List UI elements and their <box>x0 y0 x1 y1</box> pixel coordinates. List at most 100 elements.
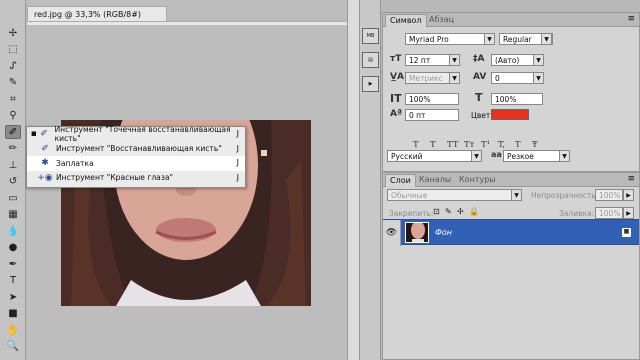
document-tab-title: red.jpg @ 33,3% (RGB/8#) <box>34 10 142 19</box>
eyedropper-tool[interactable]: ⚲ <box>5 109 21 123</box>
lock-pixels-icon[interactable]: ✎ <box>445 207 452 216</box>
shape-tool[interactable]: ■ <box>5 307 21 321</box>
format-button[interactable]: TT <box>447 140 459 150</box>
chevron-down-icon[interactable]: ▼ <box>533 72 544 84</box>
actions-panel-button[interactable]: ▶ <box>362 76 379 92</box>
blur-tool[interactable]: 💧 <box>5 224 21 238</box>
healing-brush-icon: ✐ <box>41 143 49 154</box>
move-tool[interactable]: ✢ <box>5 26 21 40</box>
layer-row[interactable]: 👁 Фон ■ <box>383 219 639 246</box>
eye-icon[interactable]: 👁 <box>383 220 401 246</box>
flyout-item-label: Инструмент "Красные глаза" <box>56 173 174 183</box>
chevron-down-icon[interactable]: ▼ <box>484 33 495 45</box>
mini-bridge-button[interactable]: MB <box>362 28 379 44</box>
marquee-tool[interactable]: ⬚ <box>5 43 21 57</box>
zoom-tool[interactable]: 🔍 <box>5 340 21 354</box>
tab-paths[interactable]: Контуры <box>455 174 500 187</box>
format-button[interactable]: T, <box>498 140 505 150</box>
flyout-item[interactable]: ✱ Заплатка J <box>27 156 245 171</box>
character-panel: Символ Абзац ≡ Myriad Pro ▼ Regular ▼ ᴛT… <box>382 12 640 172</box>
patch-icon: ✱ <box>41 158 49 169</box>
layer-name: Фон <box>435 228 453 237</box>
dodge-tool[interactable]: ● <box>5 241 21 255</box>
pen-tool[interactable]: ✒ <box>5 257 21 271</box>
flyout-item[interactable]: ▪ ✐ Инструмент "Точечная восстанавливающая… <box>27 125 245 143</box>
gradient-tool[interactable]: ▦ <box>5 208 21 222</box>
font-family-field[interactable]: Myriad Pro <box>405 33 495 45</box>
format-button[interactable]: Tт <box>464 140 474 150</box>
text-color-swatch[interactable] <box>491 109 529 120</box>
font-size-icon: ᴛT <box>390 54 402 64</box>
hand-tool[interactable]: ✋ <box>5 323 21 337</box>
path-selection-tool[interactable]: ➤ <box>5 290 21 304</box>
tab-character[interactable]: Символ <box>385 14 427 27</box>
lasso-tool[interactable]: ᔑ <box>5 59 21 73</box>
layers-panel-tabs: Слои Каналы Контуры ≡ <box>383 173 639 187</box>
chevron-right-icon[interactable]: ▶ <box>623 189 634 201</box>
tools-panel: ✢ ⬚ ᔑ ✎ ⌗ ⚲ ✐ ✏ ⊥ ↺ ▭ ▦ 💧 ● ✒ T ➤ ■ ✋ 🔍 <box>0 0 26 360</box>
vertical-scale-field[interactable]: 100% <box>405 93 459 105</box>
chevron-right-icon[interactable]: ▶ <box>623 207 634 219</box>
layer-thumbnail <box>405 222 429 243</box>
horizontal-scale-icon: T <box>475 91 483 104</box>
horizontal-scale-field[interactable]: 100% <box>491 93 543 105</box>
tab-channels[interactable]: Каналы <box>415 174 455 187</box>
language-field[interactable]: Русский <box>387 150 481 162</box>
healing-tools-flyout: ▪ ✐ Инструмент "Точечная восстанавливающая… <box>26 125 246 188</box>
chevron-down-icon[interactable]: ▼ <box>511 189 522 201</box>
clone-stamp-tool[interactable]: ⊥ <box>5 158 21 172</box>
spot-healing-icon: ✐ <box>40 129 48 140</box>
flyout-item-label: Инструмент "Восстанавливающая кисть" <box>56 144 222 154</box>
kerning-icon: V̲A <box>390 72 404 82</box>
tab-paragraph[interactable]: Абзац <box>425 14 458 27</box>
opacity-label: Непрозрачность: <box>531 191 599 200</box>
chevron-down-icon[interactable]: ▼ <box>471 150 482 162</box>
document-tab[interactable]: red.jpg @ 33,3% (RGB/8#) <box>27 6 167 22</box>
fill-field[interactable]: 100% <box>595 207 623 219</box>
shortcut-key: J <box>236 158 239 167</box>
lock-transparency-icon[interactable]: ⊡ <box>433 207 440 216</box>
baseline-shift-field[interactable]: 0 пт <box>405 109 459 121</box>
format-button[interactable]: T <box>515 140 521 150</box>
vertical-scale-icon: IT <box>390 92 402 105</box>
tab-layers[interactable]: Слои <box>385 174 416 187</box>
format-button[interactable]: Ŧ <box>532 140 538 150</box>
opacity-field[interactable]: 100% <box>595 189 623 201</box>
brush-tool[interactable]: ✏ <box>5 142 21 156</box>
lock-all-icon[interactable]: 🔒 <box>469 207 479 216</box>
chevron-down-icon[interactable]: ▼ <box>533 54 544 66</box>
format-button[interactable]: T¹ <box>481 140 490 150</box>
type-tool[interactable]: T <box>5 274 21 288</box>
blend-mode-field[interactable]: Обычные <box>387 189 515 201</box>
antialias-icon: aa <box>491 150 502 159</box>
collapsed-panel-strip: MB ▤ ▶ <box>359 0 381 360</box>
panel-menu-icon[interactable]: ≡ <box>627 14 635 24</box>
color-label: Цвет: <box>471 111 493 120</box>
panel-menu-icon[interactable]: ≡ <box>627 174 635 184</box>
lock-icon: ■ <box>622 228 631 237</box>
tracking-icon: AV <box>473 72 487 82</box>
flyout-item[interactable]: +◉ Инструмент "Красные глаза" J <box>27 171 245 186</box>
leading-icon: ‡A <box>473 54 485 64</box>
history-brush-tool[interactable]: ↺ <box>5 175 21 189</box>
history-panel-button[interactable]: ▤ <box>362 52 379 68</box>
flyout-item-label: Заплатка <box>56 158 94 168</box>
healing-brush-tool[interactable]: ✐ <box>5 125 21 139</box>
chevron-down-icon[interactable]: ▼ <box>559 150 570 162</box>
format-button[interactable]: T <box>413 140 419 150</box>
chevron-down-icon[interactable]: ▼ <box>449 54 460 66</box>
shortcut-key: J <box>236 172 239 182</box>
character-panel-tabs: Символ Абзац ≡ <box>383 13 639 27</box>
format-button[interactable]: T <box>430 140 436 150</box>
eraser-tool[interactable]: ▭ <box>5 191 21 205</box>
quick-selection-tool[interactable]: ✎ <box>5 76 21 90</box>
chevron-down-icon[interactable]: ▼ <box>449 72 460 84</box>
lock-position-icon[interactable]: ✢ <box>457 207 464 216</box>
red-eye-icon: +◉ <box>37 172 53 183</box>
crop-tool[interactable]: ⌗ <box>5 92 21 106</box>
chevron-down-icon[interactable]: ▼ <box>541 33 552 45</box>
document-scrollbar[interactable] <box>347 0 359 360</box>
shortcut-key: J <box>236 129 239 138</box>
flyout-item[interactable]: ✐ Инструмент "Восстанавливающая кисть" J <box>27 142 245 157</box>
document-tab-strip <box>27 21 347 25</box>
